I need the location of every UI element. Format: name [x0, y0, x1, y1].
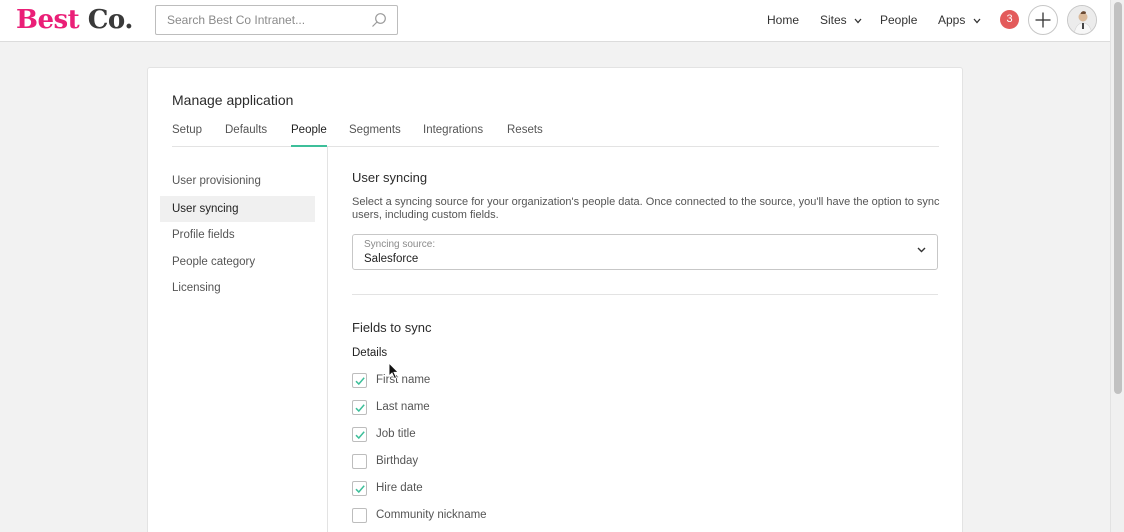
chevron-down-icon — [854, 18, 862, 24]
top-navigation-bar: Best Co. Home Sites People Apps 3 — [0, 0, 1110, 42]
tab-resets[interactable]: Resets — [507, 124, 543, 146]
job-title-label: Job title — [376, 428, 416, 440]
hire-date-checkbox[interactable] — [352, 481, 367, 496]
page-title: Manage application — [172, 92, 294, 108]
tab-segments[interactable]: Segments — [349, 124, 401, 146]
job-title-checkbox[interactable] — [352, 427, 367, 442]
subnav-item-people-category[interactable]: People category — [160, 249, 315, 275]
manage-application-card: Manage application Setup Defaults People… — [147, 67, 963, 532]
search-input[interactable] — [167, 6, 367, 34]
tab-defaults[interactable]: Defaults — [225, 124, 267, 146]
nav-home[interactable]: Home — [767, 13, 799, 27]
community-nickname-label: Community nickname — [376, 509, 487, 521]
page-scrollbar[interactable] — [1110, 0, 1124, 532]
nav-home-label: Home — [767, 13, 800, 27]
search-icon[interactable] — [371, 12, 387, 28]
tab-setup[interactable]: Setup — [172, 124, 202, 146]
subnav-item-profile-fields[interactable]: Profile fields — [160, 222, 315, 248]
scrollbar-thumb[interactable] — [1114, 2, 1122, 394]
subnav-item-user-syncing[interactable]: User syncing — [160, 196, 315, 222]
section-divider — [352, 294, 938, 295]
details-group-label: Details — [352, 347, 388, 359]
nav-people[interactable]: People — [880, 13, 917, 27]
first-name-checkbox[interactable] — [352, 373, 367, 388]
tab-bar: Setup Defaults People Segments Integrati… — [172, 124, 939, 147]
chevron-down-icon — [973, 18, 981, 24]
add-button[interactable] — [1028, 5, 1058, 35]
search-box[interactable] — [155, 5, 398, 35]
tab-integrations[interactable]: Integrations — [423, 124, 483, 146]
user-syncing-heading: User syncing — [352, 170, 428, 185]
nav-apps-label: Apps — [938, 13, 966, 27]
logo-part-2: Co. — [87, 5, 134, 35]
vertical-divider — [327, 147, 328, 532]
birthday-checkbox[interactable] — [352, 454, 367, 469]
syncing-source-select[interactable]: Syncing source: Salesforce — [352, 234, 938, 270]
nav-apps[interactable]: Apps — [938, 13, 981, 27]
subnav-item-user-provisioning[interactable]: User provisioning — [160, 168, 315, 194]
hire-date-label: Hire date — [376, 482, 423, 494]
tab-people[interactable]: People — [291, 124, 327, 147]
mouse-cursor-icon — [388, 362, 400, 380]
user-syncing-description: Select a syncing source for your organiz… — [352, 196, 940, 221]
best-co-logo[interactable]: Best Co. — [16, 4, 133, 36]
first-name-label: First name — [376, 374, 431, 386]
fields-to-sync-heading: Fields to sync — [352, 320, 432, 335]
notification-badge[interactable]: 3 — [1000, 10, 1019, 29]
checkmark-icon — [355, 431, 365, 440]
nav-people-label: People — [880, 13, 918, 27]
syncing-source-label: Syncing source: — [364, 239, 436, 250]
plus-icon — [1035, 12, 1051, 28]
last-name-checkbox[interactable] — [352, 400, 367, 415]
checkmark-icon — [355, 485, 365, 494]
syncing-source-value: Salesforce — [364, 253, 419, 265]
user-avatar[interactable] — [1067, 5, 1097, 35]
community-nickname-checkbox[interactable] — [352, 508, 367, 523]
last-name-label: Last name — [376, 401, 430, 413]
chevron-down-icon — [917, 247, 926, 253]
subnav-item-licensing[interactable]: Licensing — [160, 275, 315, 301]
avatar-image — [1068, 6, 1096, 34]
checkmark-icon — [355, 404, 365, 413]
nav-sites-label: Sites — [820, 13, 847, 27]
logo-part-1: Best — [16, 5, 80, 35]
checkmark-icon — [355, 377, 365, 386]
nav-sites[interactable]: Sites — [820, 13, 862, 27]
birthday-label: Birthday — [376, 455, 419, 467]
